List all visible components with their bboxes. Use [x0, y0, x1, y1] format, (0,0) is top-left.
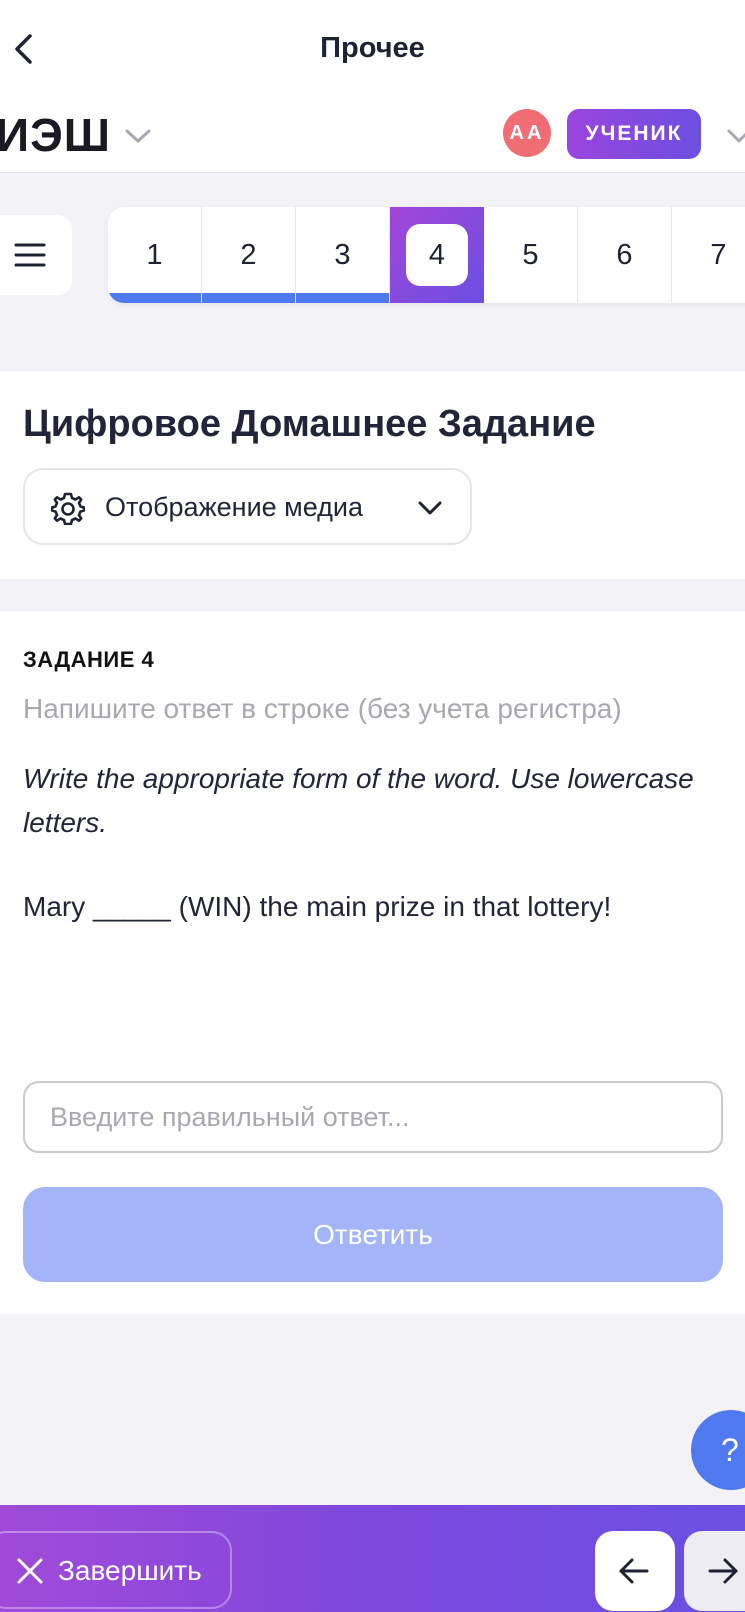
- task-tab-7[interactable]: 7: [672, 207, 745, 303]
- gear-icon: [51, 492, 85, 525]
- app-header: ИЭШ АА УЧЕНИК: [0, 100, 745, 173]
- hamburger-menu-icon: [14, 243, 46, 267]
- task-instruction: Write the appropriate form of the word. …: [23, 763, 694, 838]
- finish-label: Завершить: [58, 1555, 202, 1586]
- task-tab-6[interactable]: 6: [578, 207, 672, 303]
- nav-title: Прочее: [320, 32, 425, 64]
- task-completed-bar: [296, 293, 389, 303]
- chevron-down-icon: [418, 501, 442, 515]
- media-display-label: Отображение медиа: [105, 492, 364, 522]
- homework-header-card: Цифровое Домашнее Задание Отображение ме…: [0, 371, 745, 579]
- task-tab-label: 7: [710, 238, 727, 271]
- next-task-button[interactable]: [684, 1531, 745, 1611]
- task-completed-bar: [202, 293, 295, 303]
- task-tab-2[interactable]: 2: [202, 207, 296, 303]
- menu-button[interactable]: [0, 215, 72, 295]
- top-nav-bar: Прочее: [0, 0, 745, 100]
- task-tabs: 1 2 3 4 5 6 7: [108, 207, 745, 303]
- task-tab-label: 5: [522, 238, 539, 271]
- task-number-label: ЗАДАНИЕ 4: [23, 647, 155, 672]
- task-tab-label: 4: [406, 224, 468, 286]
- submit-answer-button[interactable]: Ответить: [23, 1187, 723, 1282]
- app-logo[interactable]: ИЭШ: [0, 108, 111, 162]
- arrow-right-icon: [708, 1558, 738, 1584]
- bottom-bar: Завершить: [0, 1505, 745, 1612]
- arrow-left-icon: [619, 1558, 649, 1584]
- task-tab-label: 6: [616, 238, 633, 271]
- task-tab-3[interactable]: 3: [296, 207, 390, 303]
- task-completed-bar: [108, 293, 201, 303]
- task-tab-4[interactable]: 4: [390, 207, 484, 303]
- task-hint: Напишите ответ в строке (без учета регис…: [23, 693, 622, 724]
- close-icon: [17, 1558, 43, 1584]
- role-badge[interactable]: УЧЕНИК: [567, 109, 701, 159]
- task-tab-label: 3: [334, 238, 351, 271]
- task-tab-5[interactable]: 5: [484, 207, 578, 303]
- previous-task-button[interactable]: [595, 1531, 675, 1611]
- task-sentence: Mary _____ (WIN) the main prize in that …: [23, 891, 612, 922]
- task-tab-1[interactable]: 1: [108, 207, 202, 303]
- page-title: Цифровое Домашнее Задание: [23, 403, 596, 445]
- finish-button[interactable]: Завершить: [0, 1531, 232, 1609]
- answer-input[interactable]: [23, 1081, 723, 1153]
- task-tab-label: 2: [240, 238, 257, 271]
- media-display-dropdown[interactable]: Отображение медиа: [23, 468, 472, 545]
- help-button[interactable]: ?: [691, 1410, 745, 1490]
- chevron-down-icon[interactable]: [726, 126, 745, 146]
- avatar[interactable]: АА: [503, 109, 551, 157]
- chevron-down-icon[interactable]: [124, 126, 152, 146]
- task-tab-label: 1: [146, 238, 163, 271]
- task-card: ЗАДАНИЕ 4 Напишите ответ в строке (без у…: [0, 611, 745, 1314]
